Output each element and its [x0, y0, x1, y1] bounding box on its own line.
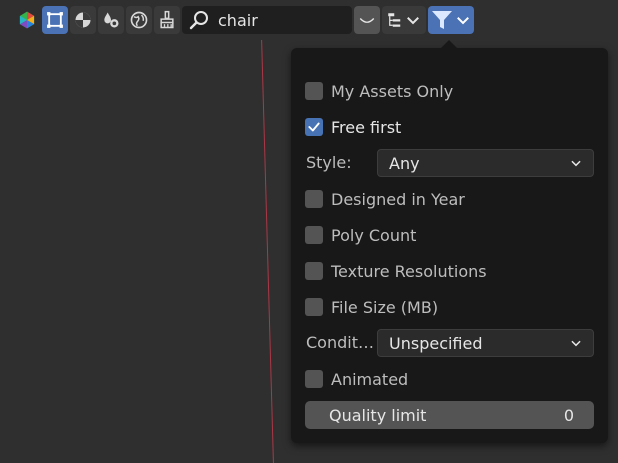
shading-icon: [75, 12, 91, 28]
red-axis-line: [260, 0, 274, 463]
display-shape-icon: [359, 18, 375, 23]
texture-resolutions-row[interactable]: Texture Resolutions: [305, 258, 487, 284]
my-assets-only-row[interactable]: My Assets Only: [305, 78, 453, 104]
toolbar: chair: [0, 0, 618, 40]
condition-label: Condit…: [306, 333, 374, 352]
style-value: Any: [389, 153, 420, 173]
designed-in-year-label: Designed in Year: [331, 189, 465, 209]
select-box-icon: [47, 12, 63, 28]
globe-icon: [130, 11, 148, 29]
texture-resolutions-label: Texture Resolutions: [331, 261, 487, 281]
animated-row[interactable]: Animated: [305, 366, 408, 392]
poly-count-label: Poly Count: [331, 225, 417, 245]
brush-icon: [160, 10, 174, 29]
chevron-down-icon: [457, 17, 469, 25]
hex-logo-icon: [19, 11, 35, 29]
animated-label: Animated: [331, 369, 409, 389]
drops-button[interactable]: [98, 6, 124, 34]
poly-count-row[interactable]: Poly Count: [305, 222, 416, 248]
display-shape-button[interactable]: [354, 6, 380, 34]
file-size-row[interactable]: File Size (MB): [305, 294, 438, 320]
free-first-label: Free first: [331, 117, 402, 137]
file-size-label: File Size (MB): [331, 297, 439, 317]
chevron-down-icon: [407, 17, 419, 25]
style-dropdown[interactable]: Any: [377, 149, 594, 177]
designed-in-year-checkbox[interactable]: [305, 190, 323, 208]
condition-dropdown[interactable]: Unspecified: [377, 329, 594, 357]
search-input[interactable]: chair: [218, 11, 258, 30]
filter-popup: My Assets Only Free first Style: Any Des…: [291, 40, 608, 443]
asset-library-logo-icon[interactable]: [14, 6, 40, 34]
brush-button[interactable]: [154, 6, 180, 34]
chevron-down-icon: [571, 340, 581, 347]
my-assets-only-label: My Assets Only: [331, 81, 454, 101]
free-first-row[interactable]: Free first: [305, 114, 401, 140]
chevron-down-icon: [571, 160, 581, 167]
free-first-checkbox[interactable]: [305, 118, 323, 136]
quality-limit-slider[interactable]: Quality limit 0: [305, 401, 594, 429]
style-label: Style:: [306, 153, 352, 172]
condition-value: Unspecified: [389, 333, 483, 353]
hierarchy-icon: [388, 13, 401, 27]
globe-button[interactable]: [126, 6, 152, 34]
poly-count-checkbox[interactable]: [305, 226, 323, 244]
filter-dropdown[interactable]: [428, 6, 474, 34]
file-size-checkbox[interactable]: [305, 298, 323, 316]
animated-checkbox[interactable]: [305, 370, 323, 388]
shading-button[interactable]: [70, 6, 96, 34]
hierarchy-dropdown[interactable]: [382, 6, 426, 34]
quality-limit-label: Quality limit: [329, 405, 427, 425]
texture-resolutions-checkbox[interactable]: [305, 262, 323, 280]
select-box-button[interactable]: [42, 6, 68, 34]
quality-limit-value: 0: [563, 405, 574, 425]
filter-icon: [432, 11, 452, 29]
checkmark-icon: [308, 122, 320, 132]
search-field[interactable]: chair: [182, 6, 352, 34]
drops-icon: [104, 12, 119, 28]
my-assets-only-checkbox[interactable]: [305, 82, 323, 100]
magnifier-icon: [189, 11, 208, 30]
designed-in-year-row[interactable]: Designed in Year: [305, 186, 465, 212]
